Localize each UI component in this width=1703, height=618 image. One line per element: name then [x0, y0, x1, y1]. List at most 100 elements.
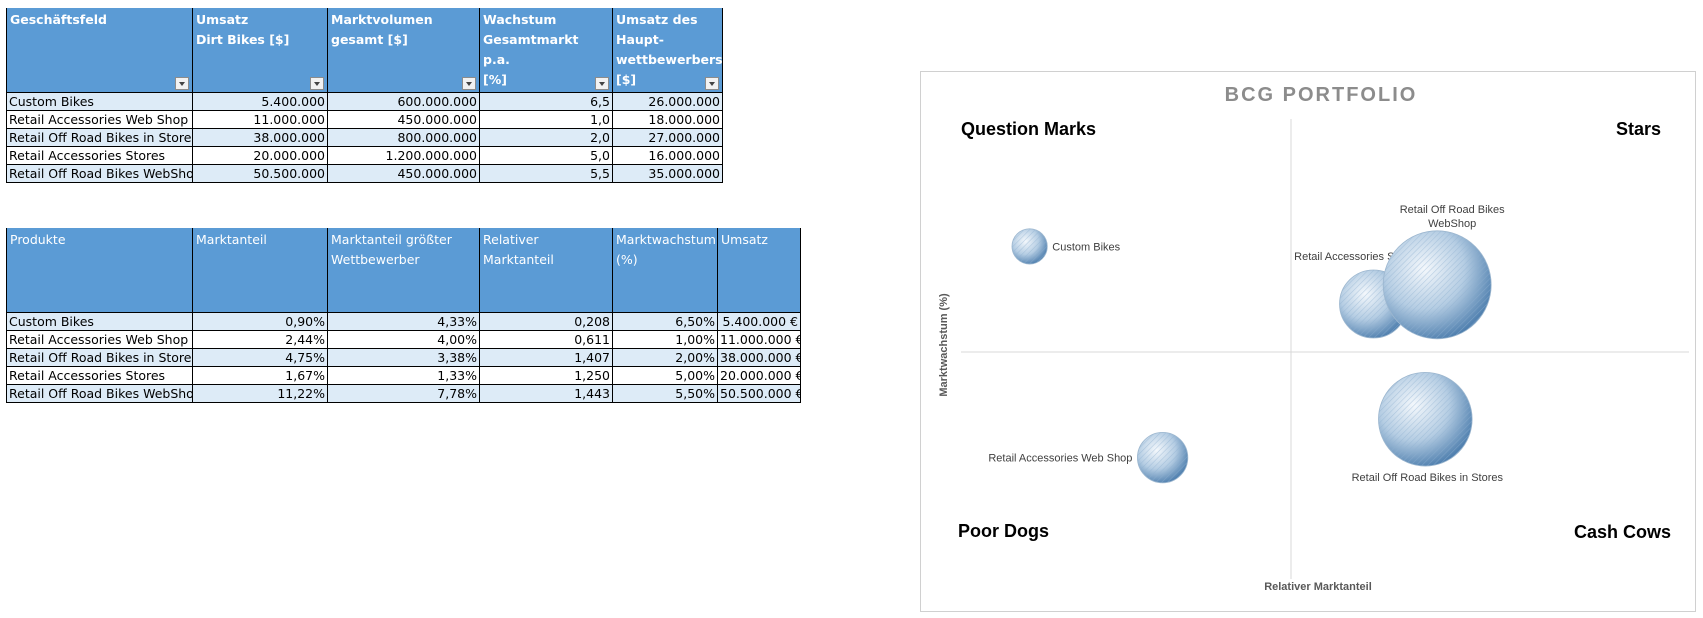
value-cell[interactable]: 50.500.000 € — [717, 384, 801, 403]
value-cell[interactable]: 1,250 — [479, 366, 613, 385]
bubble-point[interactable]: Retail Off Road Bikes WebShop — [1382, 204, 1505, 340]
table1-header-1: Umsatz Dirt Bikes [$] — [192, 8, 328, 93]
table1-header-line: Marktvolumen — [331, 12, 433, 27]
value-cell[interactable]: 6,50% — [612, 312, 718, 331]
data-label: Retail Off Road Bikes in Stores — [1352, 472, 1504, 484]
value-cell[interactable]: 35.000.000 — [612, 164, 723, 183]
row-label-cell[interactable]: Retail Off Road Bikes in Stores — [6, 348, 193, 367]
value-cell[interactable]: 27.000.000 — [612, 128, 723, 147]
table2-header-line: Marktanteil — [483, 252, 554, 267]
value-cell[interactable]: 450.000.000 — [327, 164, 480, 183]
table1-header-line: Haupt- — [616, 32, 664, 47]
value-cell[interactable]: 2,44% — [192, 330, 328, 349]
data-label: Retail Accessories Web Shop — [988, 453, 1132, 465]
row-label-cell[interactable]: Retail Accessories Stores — [6, 146, 193, 165]
row-label-cell[interactable]: Retail Accessories Web Shop — [6, 110, 193, 129]
table1-header-line: Wachstum — [483, 12, 557, 27]
value-cell[interactable]: 5,0 — [479, 146, 613, 165]
filter-dropdown-button[interactable] — [310, 77, 324, 90]
value-cell[interactable]: 0,611 — [479, 330, 613, 349]
value-cell[interactable]: 5,00% — [612, 366, 718, 385]
bubbles: Custom Bikes Retail Accessories Web Shop R… — [988, 204, 1505, 484]
value-cell[interactable]: 5.400.000 € — [717, 312, 801, 331]
bubble-point[interactable]: Custom Bikes — [1011, 228, 1121, 265]
quadrant-question-marks: Question Marks — [961, 119, 1096, 139]
value-cell[interactable]: 6,5 — [479, 92, 613, 111]
value-cell[interactable]: 0,90% — [192, 312, 328, 331]
y-axis-label: Marktwachstum (%) — [938, 293, 950, 397]
table1-header-line: [%] — [483, 72, 507, 87]
value-cell[interactable]: 0,208 — [479, 312, 613, 331]
value-cell[interactable]: 11,22% — [192, 384, 328, 403]
value-cell[interactable]: 1,00% — [612, 330, 718, 349]
value-cell[interactable]: 16.000.000 — [612, 146, 723, 165]
bubble-hatch — [1011, 228, 1048, 265]
bubble-hatch — [1383, 230, 1492, 339]
bubble-point[interactable]: Retail Off Road Bikes in Stores — [1352, 371, 1504, 484]
bubble-point[interactable]: Retail Accessories Web Shop — [988, 431, 1189, 484]
data-label: Retail Off Road Bikes WebShop — [1400, 204, 1505, 230]
table2-header-line: Marktanteil größter — [331, 232, 452, 247]
value-cell[interactable]: 4,00% — [327, 330, 480, 349]
value-cell[interactable]: 1,33% — [327, 366, 480, 385]
filter-dropdown-button[interactable] — [462, 77, 476, 90]
row-label-cell[interactable]: Retail Off Road Bikes WebShop — [6, 384, 193, 403]
value-cell[interactable]: 50.500.000 — [192, 164, 328, 183]
value-cell[interactable]: 11.000.000 — [192, 110, 328, 129]
value-cell[interactable]: 38.000.000 — [192, 128, 328, 147]
table1-header-line: Geschäftsfeld — [10, 12, 107, 27]
table1-header-line: [$] — [616, 72, 637, 87]
value-cell[interactable]: 20.000.000 — [192, 146, 328, 165]
value-cell[interactable]: 1,407 — [479, 348, 613, 367]
value-cell[interactable]: 2,0 — [479, 128, 613, 147]
value-cell[interactable]: 450.000.000 — [327, 110, 480, 129]
row-label-cell[interactable]: Retail Off Road Bikes WebShop — [6, 164, 193, 183]
row-label-cell[interactable]: Retail Accessories Stores — [6, 366, 193, 385]
value-cell[interactable]: 5.400.000 — [192, 92, 328, 111]
table-row: Retail Off Road Bikes WebShop 50.500.000 4… — [6, 164, 723, 183]
value-cell[interactable]: 20.000.000 € — [717, 366, 801, 385]
value-cell[interactable]: 1,67% — [192, 366, 328, 385]
row-label-cell[interactable]: Retail Accessories Web Shop — [6, 330, 193, 349]
value-cell[interactable]: 5,5 — [479, 164, 613, 183]
value-cell[interactable]: 7,78% — [327, 384, 480, 403]
table1-header-line: Umsatz — [196, 12, 249, 27]
row-label-cell[interactable]: Custom Bikes — [6, 92, 193, 111]
table2-header-line: (%) — [616, 252, 638, 267]
table1-header-0: Geschäftsfeld — [6, 8, 193, 93]
filter-dropdown-button[interactable] — [595, 77, 609, 90]
value-cell[interactable]: 11.000.000 € — [717, 330, 801, 349]
filter-dropdown-button[interactable] — [175, 77, 189, 90]
bcg-portfolio-chart[interactable]: BCG PORTFOLIO Question Marks Stars Poor … — [920, 71, 1696, 612]
value-cell[interactable]: 2,00% — [612, 348, 718, 367]
value-cell[interactable]: 5,50% — [612, 384, 718, 403]
value-cell[interactable]: 4,75% — [192, 348, 328, 367]
value-cell[interactable]: 26.000.000 — [612, 92, 723, 111]
table-row: Retail Accessories Web Shop 11.000.000 450… — [6, 110, 723, 129]
table-row: Custom Bikes 0,90% 4,33% 0,208 6,50% 5.400.00… — [6, 312, 801, 331]
row-label-cell[interactable]: Custom Bikes — [6, 312, 193, 331]
value-cell[interactable]: 1.200.000.000 — [327, 146, 480, 165]
value-cell[interactable]: 38.000.000 € — [717, 348, 801, 367]
value-cell[interactable]: 800.000.000 — [327, 128, 480, 147]
table2-header-line: Produkte — [10, 232, 66, 247]
value-cell[interactable]: 4,33% — [327, 312, 480, 331]
value-cell[interactable]: 3,38% — [327, 348, 480, 367]
value-cell[interactable]: 600.000.000 — [327, 92, 480, 111]
quadrant-cash-cows: Cash Cows — [1574, 522, 1671, 542]
value-cell[interactable]: 1,0 — [479, 110, 613, 129]
table1-header-line: gesamt [$] — [331, 32, 408, 47]
table-row: Custom Bikes 5.400.000 600.000.000 6,5 26.00… — [6, 92, 723, 111]
value-cell[interactable]: 18.000.000 — [612, 110, 723, 129]
bubble-hatch — [1378, 372, 1473, 467]
table-row: Retail Off Road Bikes in Stores 4,75% 3,38… — [6, 348, 801, 367]
table2-header-4: Marktwachstum (%) — [612, 228, 718, 313]
table1-header-line: Gesamtmarkt p.a. — [483, 32, 579, 67]
table-row: Retail Off Road Bikes in Stores 38.000.00… — [6, 128, 723, 147]
bubble-chart-svg: BCG PORTFOLIO Question Marks Stars Poor … — [938, 84, 1689, 593]
table1-header-line: Dirt Bikes [$] — [196, 32, 290, 47]
filter-dropdown-button[interactable] — [705, 77, 719, 90]
value-cell[interactable]: 1,443 — [479, 384, 613, 403]
row-label-cell[interactable]: Retail Off Road Bikes in Stores — [6, 128, 193, 147]
table-row: Retail Accessories Stores 20.000.000 1.200… — [6, 146, 723, 165]
